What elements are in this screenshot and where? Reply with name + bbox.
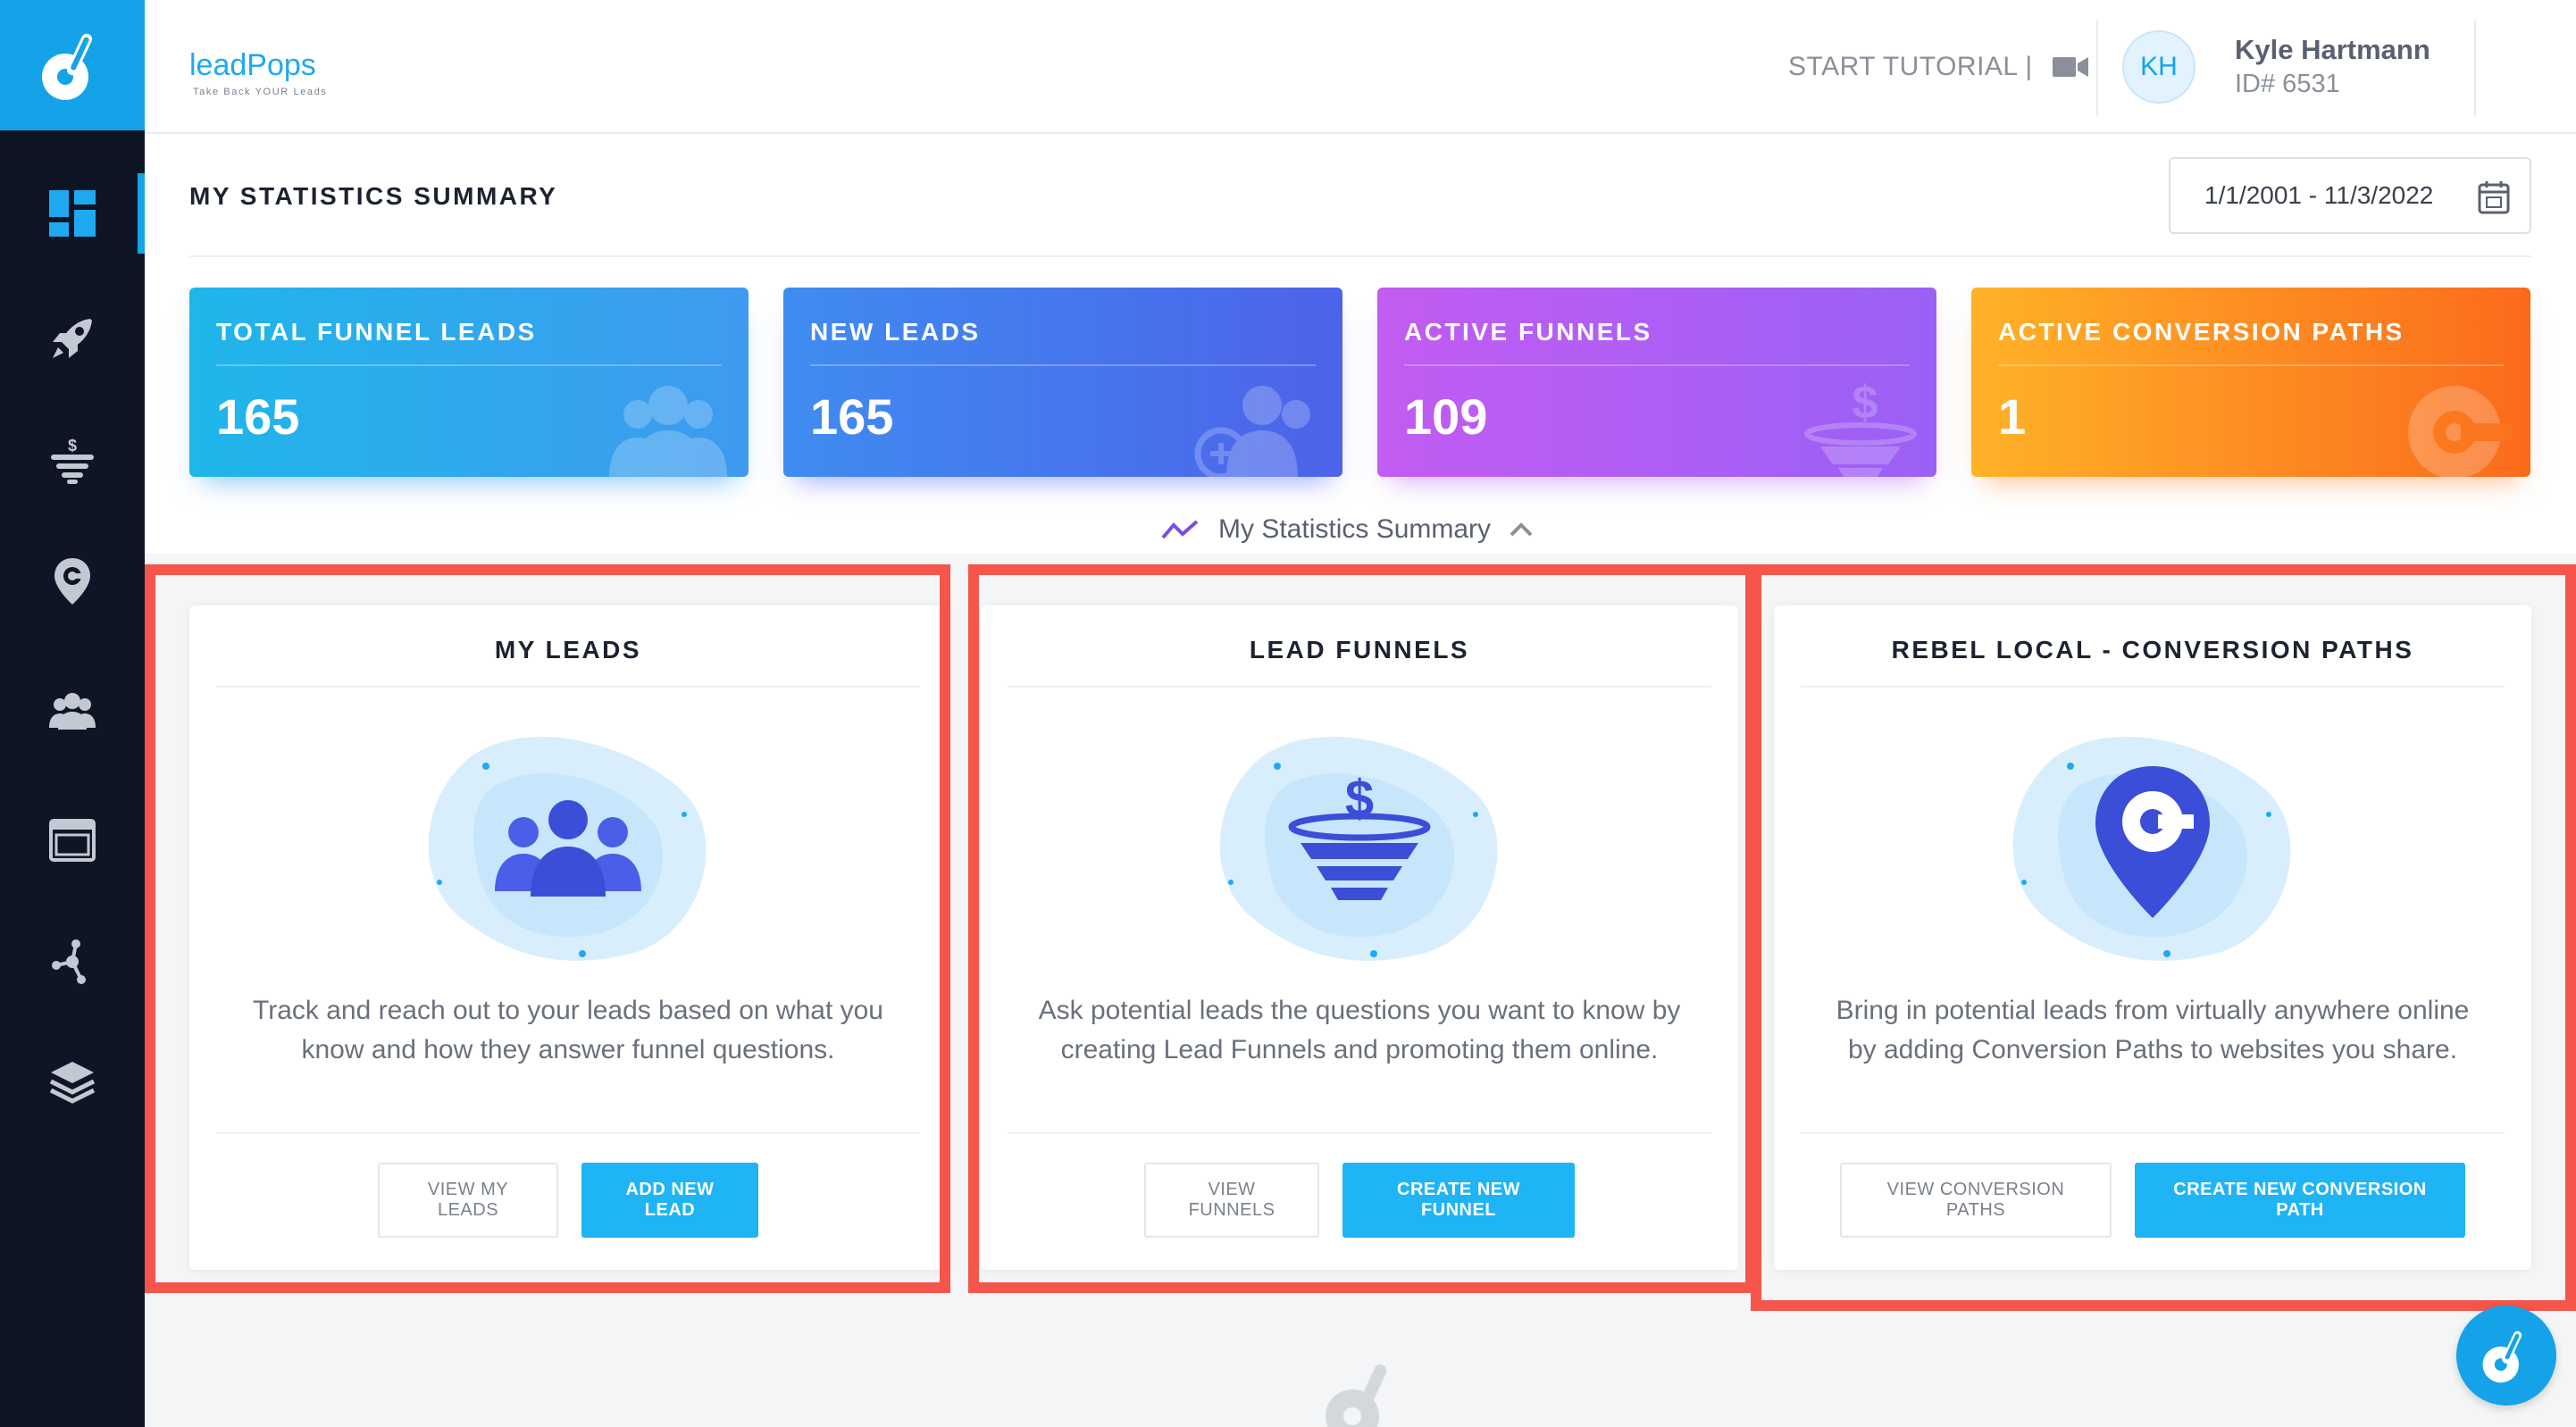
stat-card-new-leads[interactable]: NEW LEADS 165 [783, 288, 1342, 477]
highlight-box-lead-funnels [968, 564, 1756, 1293]
app-logo-button[interactable] [0, 0, 145, 130]
brand-tagline-text: Take Back YOUR Leads [193, 87, 327, 97]
calendar-icon [2478, 181, 2510, 214]
stat-label: ACTIVE CONVERSION PATHS [1998, 318, 2405, 346]
faded-logo-icon [1326, 1364, 1387, 1427]
page-title: MY STATISTICS SUMMARY [189, 182, 558, 210]
trend-line-icon [1161, 520, 1199, 539]
conversion-path-icon [2408, 386, 2513, 477]
window-icon [49, 819, 96, 862]
stat-card-total-funnel-leads[interactable]: TOTAL FUNNEL LEADS 165 [189, 288, 749, 477]
sidebar-item-resources[interactable] [0, 1043, 145, 1123]
statistics-summary-toggle[interactable]: My Statistics Summary [1161, 514, 1534, 545]
stat-value: 1 [1998, 388, 2027, 445]
sidebar-item-funnels[interactable]: $ [0, 420, 145, 500]
statistics-summary-label: My Statistics Summary [1218, 514, 1492, 544]
app-logo-icon [42, 33, 93, 100]
stat-label: TOTAL FUNNEL LEADS [216, 318, 537, 346]
start-tutorial-label: START TUTORIAL | [1788, 52, 2033, 81]
location-pin-icon [54, 558, 90, 605]
stat-label: NEW LEADS [810, 318, 981, 346]
stat-value: 165 [216, 388, 300, 445]
chevron-up-icon [1510, 522, 1533, 537]
top-bar: leadPops Take Back YOUR Leads START TUTO… [145, 0, 2576, 134]
svg-text:$: $ [68, 437, 77, 455]
users-icon [49, 693, 96, 730]
user-id: ID# 6531 [2235, 70, 2340, 98]
brand-logo[interactable]: leadPops Take Back YOUR Leads [188, 30, 366, 102]
stat-divider [810, 364, 1316, 366]
rocket-icon [53, 319, 92, 358]
top-bar-divider [2096, 20, 2098, 116]
sidebar-item-integrations[interactable] [0, 922, 145, 1002]
header-divider [189, 255, 2531, 257]
stat-card-active-conversion-paths[interactable]: ACTIVE CONVERSION PATHS 1 [1971, 288, 2530, 477]
svg-text:$: $ [1853, 379, 1878, 429]
stat-divider [216, 364, 722, 366]
user-name: Kyle Hartmann [2235, 34, 2430, 65]
leadpops-logo-icon: leadPops Take Back YOUR Leads [189, 48, 327, 97]
network-icon [52, 939, 86, 984]
users-icon [609, 386, 727, 477]
floating-help-button[interactable] [2456, 1306, 2556, 1406]
add-users-icon [1194, 386, 1310, 477]
sidebar-item-contacts[interactable] [0, 672, 145, 752]
funnel-icon: $ [1804, 379, 1917, 477]
stat-value: 165 [810, 388, 894, 445]
funnel-icon: $ [51, 437, 94, 484]
stat-divider [1998, 364, 2504, 366]
date-range-picker[interactable]: 1/1/2001 - 11/3/2022 [2169, 157, 2531, 234]
sidebar: $ [0, 0, 145, 1427]
stat-value: 109 [1404, 388, 1488, 445]
brand-name-text: leadPops [189, 48, 316, 82]
highlight-box-my-leads [145, 564, 950, 1293]
avatar[interactable]: KH [2122, 30, 2195, 104]
app-logo-icon [2482, 1331, 2522, 1383]
stat-divider [1404, 364, 1910, 366]
sidebar-item-conversion-paths[interactable] [0, 541, 145, 622]
layers-icon [49, 1062, 96, 1104]
stat-label: ACTIVE FUNNELS [1404, 318, 1652, 346]
dashboard-icon [49, 190, 96, 237]
sidebar-item-launch[interactable] [0, 298, 145, 379]
start-tutorial-button[interactable]: START TUTORIAL | [1788, 52, 2088, 82]
sidebar-item-dashboard[interactable] [0, 173, 145, 254]
stat-card-active-funnels[interactable]: ACTIVE FUNNELS 109 $ [1377, 288, 1936, 477]
video-camera-icon [2052, 57, 2088, 77]
highlight-box-conversion-paths [1751, 564, 2576, 1311]
top-bar-divider [2474, 20, 2476, 116]
date-range-value: 1/1/2001 - 11/3/2022 [2204, 181, 2434, 209]
sidebar-item-websites[interactable] [0, 800, 145, 880]
